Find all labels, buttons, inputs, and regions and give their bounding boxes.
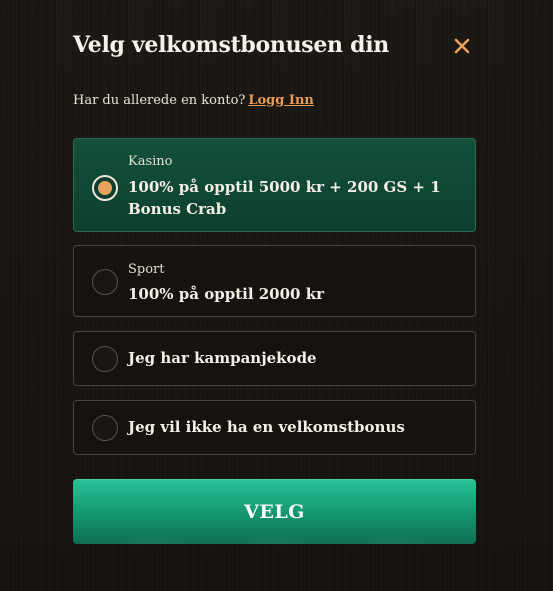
option-sport[interactable]: Sport 100% på opptil 2000 kr [73,245,476,317]
close-button[interactable] [450,34,474,58]
option-promo-code[interactable]: Jeg har kampanjekode [73,331,476,386]
option-no-bonus[interactable]: Jeg vil ikke ha en velkomstbonus [73,400,476,455]
login-link[interactable]: Logg Inn [248,93,314,108]
option-label: Jeg har kampanjekode [128,349,317,367]
radio-button[interactable] [92,269,118,295]
choose-button[interactable]: VELG [73,479,476,544]
login-prompt: Har du allerede en konto? Logg Inn [73,93,314,108]
option-label: 100% på opptil 2000 kr [128,285,325,303]
option-category: Sport [128,262,165,277]
option-kasino[interactable]: Kasino 100% på opptil 5000 kr + 200 GS +… [73,138,476,232]
login-prompt-text: Har du allerede en konto? [73,93,246,108]
radio-button[interactable] [92,346,118,372]
option-label: 100% på opptil 5000 kr + 200 GS + 1 Bonu… [128,178,441,218]
radio-button-selected[interactable] [92,175,118,201]
radio-button[interactable] [92,415,118,441]
close-icon [454,38,470,54]
option-label: Jeg vil ikke ha en velkomstbonus [128,418,405,436]
welcome-bonus-modal: Velg velkomstbonusen din Har du allerede… [0,0,553,591]
option-category: Kasino [128,154,173,169]
modal-title: Velg velkomstbonusen din [73,32,389,58]
